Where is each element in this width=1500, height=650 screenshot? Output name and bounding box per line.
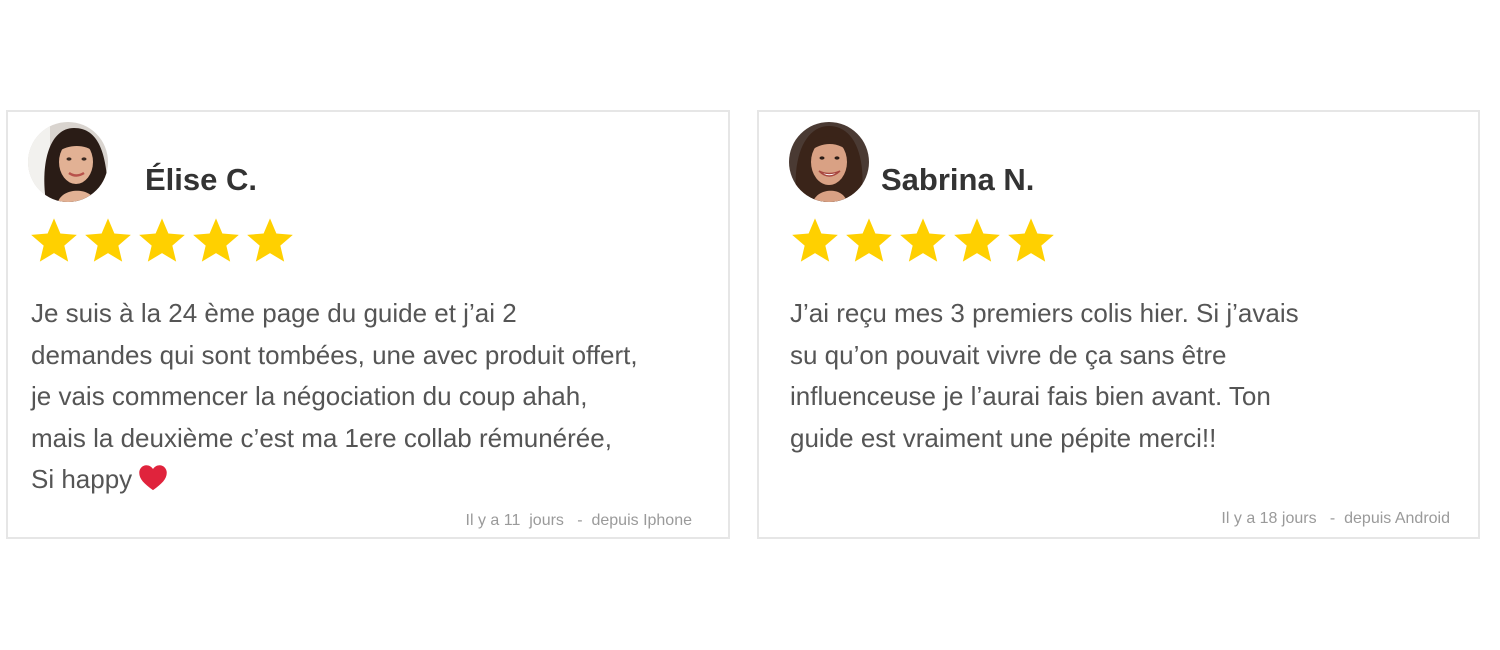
heart-icon bbox=[139, 465, 167, 491]
star-rating bbox=[29, 215, 295, 265]
reviewer-name: Sabrina N. bbox=[881, 162, 1035, 197]
star-icon bbox=[193, 218, 239, 262]
star-icon bbox=[139, 218, 185, 262]
review-text: Je suis à la 24 ème page du guide et j’a… bbox=[31, 293, 721, 501]
review-card: Sabrina N. J’ai reçu mes 3 premiers coli… bbox=[757, 110, 1480, 539]
star-icon bbox=[954, 218, 1000, 262]
review-meta: Il y a 11 jours - depuis Iphone bbox=[465, 512, 693, 529]
star-icon bbox=[85, 218, 131, 262]
star-icon bbox=[31, 218, 77, 262]
review-card: Élise C. Je suis à la 24 ème page du gui… bbox=[6, 110, 730, 539]
star-rating bbox=[790, 215, 1056, 265]
star-icon bbox=[792, 218, 838, 262]
review-text-content: Je suis à la 24 ème page du guide et j’a… bbox=[31, 298, 638, 494]
avatar-photo bbox=[28, 122, 108, 202]
avatar bbox=[28, 122, 108, 202]
review-text: J’ai reçu mes 3 premiers colis hier. Si … bbox=[790, 298, 1299, 453]
reviewer-name: Élise C. bbox=[145, 162, 257, 197]
star-icon bbox=[900, 218, 946, 262]
star-icon bbox=[1008, 218, 1054, 262]
review-meta: Il y a 18 jours - depuis Android bbox=[1221, 510, 1450, 527]
avatar bbox=[789, 122, 869, 202]
star-icon bbox=[247, 218, 293, 262]
avatar-photo bbox=[789, 122, 869, 202]
star-icon bbox=[846, 218, 892, 262]
